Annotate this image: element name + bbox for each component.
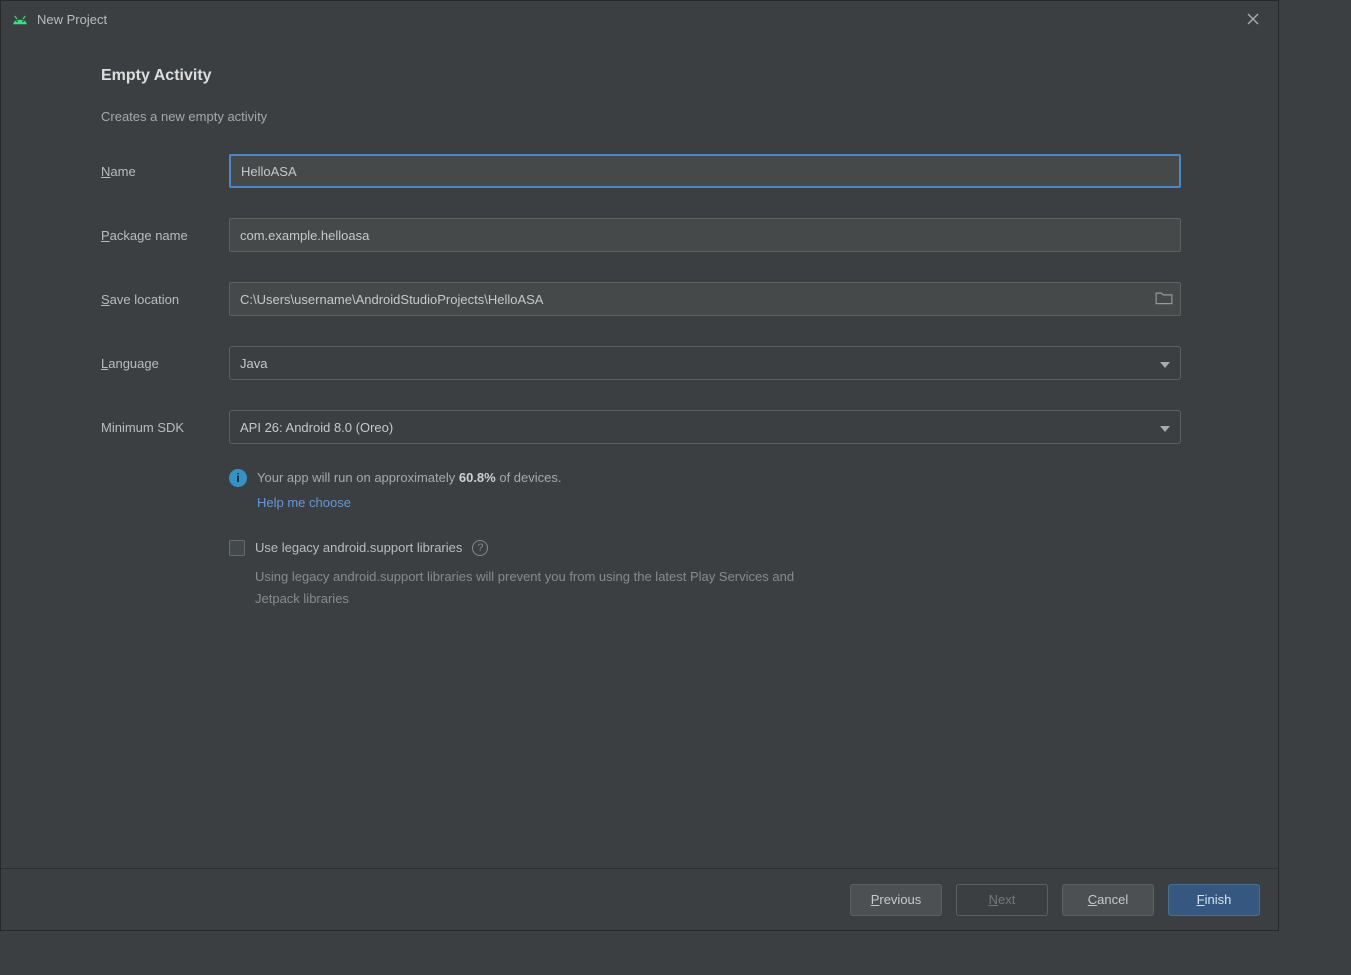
page-heading: Empty Activity: [101, 67, 1218, 85]
close-icon[interactable]: [1238, 4, 1268, 34]
content-area: Empty Activity Creates a new empty activ…: [1, 37, 1278, 868]
min-sdk-select[interactable]: API 26: Android 8.0 (Oreo): [229, 410, 1181, 444]
row-package: Package name: [101, 218, 1218, 252]
legacy-note: Using legacy android.support libraries w…: [255, 566, 815, 610]
finish-button[interactable]: Finish: [1168, 884, 1260, 916]
chevron-down-icon: [1160, 356, 1170, 371]
browse-folder-icon[interactable]: [1155, 291, 1173, 308]
legacy-label: Use legacy android.support libraries: [255, 540, 462, 555]
window-title: New Project: [37, 12, 1238, 27]
next-button[interactable]: Next: [956, 884, 1048, 916]
legacy-block: Use legacy android.support libraries ? U…: [229, 540, 1181, 610]
row-language: Language Java: [101, 346, 1218, 380]
android-logo-icon: [11, 13, 29, 25]
dialog-footer: Previous Next Cancel Finish: [1, 868, 1278, 930]
label-package: Package name: [101, 228, 229, 243]
sdk-info-block: i Your app will run on approximately 60.…: [229, 468, 1181, 514]
sdk-info-text: Your app will run on approximately 60.8%…: [257, 468, 562, 514]
help-me-choose-link[interactable]: Help me choose: [257, 493, 351, 514]
language-value: Java: [240, 356, 267, 371]
name-input[interactable]: [229, 154, 1181, 188]
label-language: Language: [101, 356, 229, 371]
help-icon[interactable]: ?: [472, 540, 488, 556]
titlebar: New Project: [1, 1, 1278, 37]
legacy-checkbox[interactable]: [229, 540, 245, 556]
new-project-dialog: New Project Empty Activity Creates a new…: [0, 0, 1279, 931]
info-icon: i: [229, 469, 247, 487]
previous-button[interactable]: Previous: [850, 884, 942, 916]
label-min-sdk: Minimum SDK: [101, 420, 229, 435]
label-save-location: Save location: [101, 292, 229, 307]
label-name: Name: [101, 164, 229, 179]
language-select[interactable]: Java: [229, 346, 1181, 380]
package-input[interactable]: [229, 218, 1181, 252]
save-location-input[interactable]: [229, 282, 1181, 316]
row-min-sdk: Minimum SDK API 26: Android 8.0 (Oreo): [101, 410, 1218, 444]
legacy-check-row: Use legacy android.support libraries ?: [229, 540, 1181, 556]
page-subheading: Creates a new empty activity: [101, 109, 1218, 124]
chevron-down-icon: [1160, 420, 1170, 435]
cancel-button[interactable]: Cancel: [1062, 884, 1154, 916]
min-sdk-value: API 26: Android 8.0 (Oreo): [240, 420, 393, 435]
row-save-location: Save location: [101, 282, 1218, 316]
row-name: Name: [101, 154, 1218, 188]
